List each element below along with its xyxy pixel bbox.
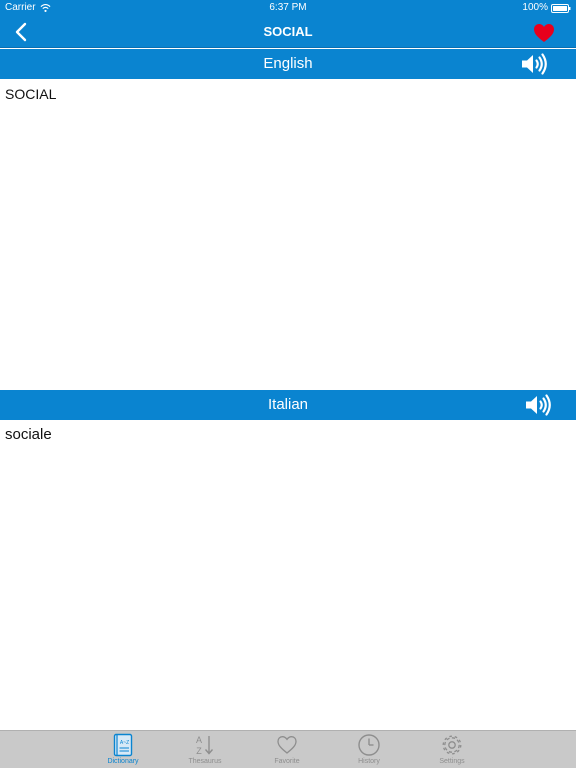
- battery-icon: [551, 3, 571, 13]
- target-language-label: Italian: [267, 396, 309, 413]
- heart-icon: [534, 24, 554, 42]
- heart-outline-icon: [277, 736, 297, 754]
- speaker-icon: [522, 53, 547, 75]
- back-button[interactable]: [8, 20, 34, 44]
- source-language-bar: English: [0, 49, 576, 79]
- translation-screen: Carrier 6:37 PM 100% SOCIAL English SOCI…: [0, 0, 576, 768]
- clock-label: 6:37 PM: [269, 2, 307, 13]
- top-bar: Carrier 6:37 PM 100% SOCIAL: [0, 0, 576, 48]
- tab-bar: A~Z Dictionary A Z Thesaurus Favorite Hi…: [0, 730, 576, 768]
- target-text: sociale: [5, 426, 52, 443]
- favorite-button[interactable]: [530, 21, 558, 45]
- svg-text:A~Z: A~Z: [120, 740, 129, 746]
- sort-az-icon: A Z: [196, 735, 214, 756]
- target-speak-button[interactable]: [523, 392, 555, 418]
- tab-dictionary-label: Dictionary: [107, 758, 139, 765]
- svg-text:A: A: [196, 735, 202, 745]
- source-speak-button[interactable]: [519, 51, 551, 77]
- source-language-label: English: [263, 55, 313, 72]
- tab-favorite-label: Favorite: [274, 758, 300, 765]
- status-bar: Carrier 6:37 PM 100%: [0, 0, 576, 16]
- tab-thesaurus-label: Thesaurus: [188, 758, 222, 765]
- tab-settings-label: Settings: [439, 758, 465, 765]
- clock-icon: [358, 734, 380, 756]
- battery-percent: 100%: [522, 2, 548, 13]
- tab-settings[interactable]: Settings: [416, 731, 488, 768]
- tab-dictionary[interactable]: A~Z Dictionary: [87, 731, 159, 768]
- chevron-left-icon: [15, 22, 27, 42]
- nav-bar: SOCIAL: [0, 16, 576, 48]
- tab-history-icon-wrap: [333, 733, 405, 757]
- target-language-bar: Italian: [0, 390, 576, 420]
- tab-dictionary-icon-wrap: A~Z: [87, 733, 159, 757]
- tab-favorite[interactable]: Favorite: [251, 731, 323, 768]
- source-text: SOCIAL: [5, 86, 57, 102]
- battery-indicator: 100%: [522, 0, 571, 16]
- dictionary-icon: A~Z: [113, 733, 133, 757]
- page-title: SOCIAL: [263, 24, 313, 39]
- speaker-icon: [526, 394, 551, 416]
- gear-icon: [442, 735, 462, 755]
- tab-favorite-icon-wrap: [251, 733, 323, 757]
- tab-thesaurus[interactable]: A Z Thesaurus: [169, 731, 241, 768]
- tab-history[interactable]: History: [333, 731, 405, 768]
- target-text-area: sociale: [0, 420, 576, 730]
- tab-history-label: History: [358, 758, 380, 765]
- source-text-area: SOCIAL: [0, 79, 576, 390]
- tab-settings-icon-wrap: [416, 733, 488, 757]
- svg-text:Z: Z: [196, 746, 202, 756]
- tab-thesaurus-icon-wrap: A Z: [169, 733, 241, 757]
